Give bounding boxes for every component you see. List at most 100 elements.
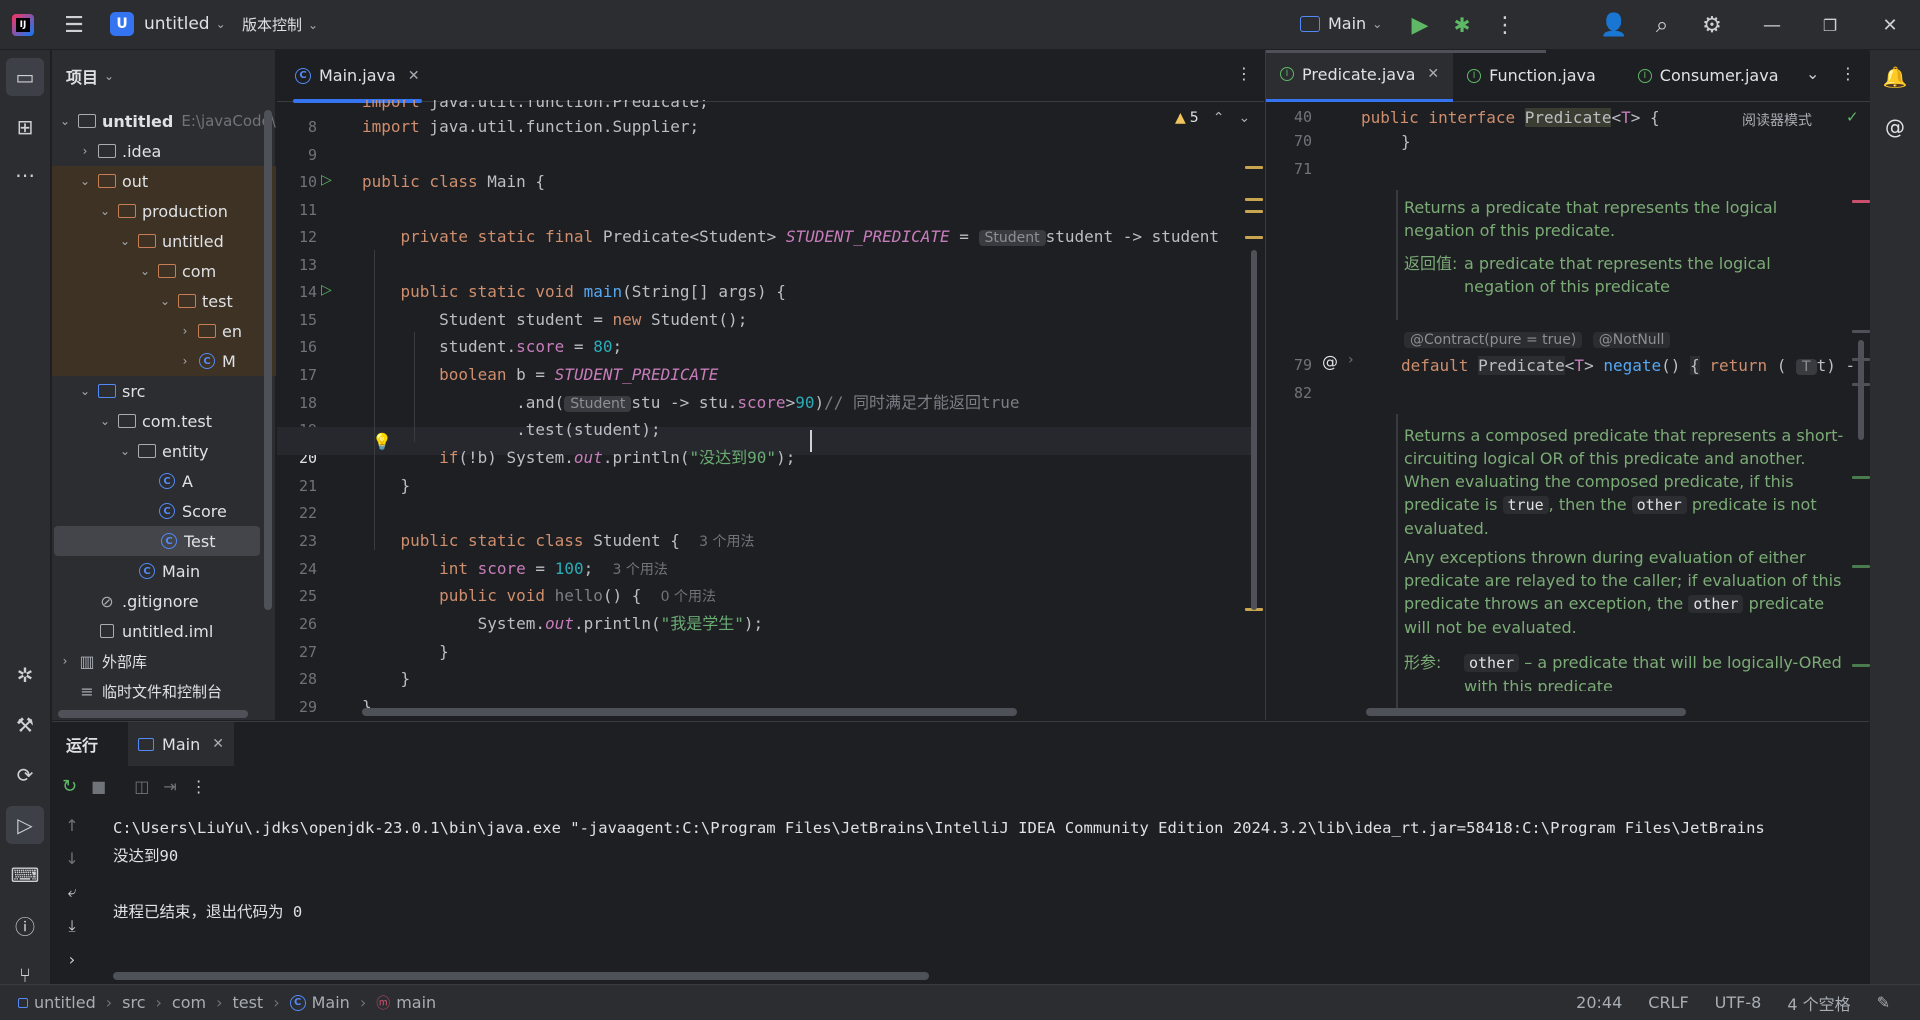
code-line-10[interactable]: public class Main { <box>362 168 545 196</box>
more-tools-icon[interactable]: ⋯ <box>6 156 44 194</box>
tab-function-java[interactable]: I Function.java <box>1453 50 1610 102</box>
run-tool-icon[interactable]: ▷ <box>6 806 44 844</box>
ok-marker[interactable] <box>1852 476 1870 479</box>
split-hscrollbar[interactable] <box>1366 708 1686 716</box>
code-line-24[interactable]: int score = 100; 3 个用法 <box>362 555 668 583</box>
tree-item-class-a[interactable]: C A <box>52 466 276 496</box>
project-scrollbar[interactable] <box>264 110 272 610</box>
line-separator[interactable]: CRLF <box>1648 993 1688 1012</box>
file-encoding[interactable]: UTF-8 <box>1715 993 1762 1012</box>
restore-window-icon[interactable]: ❐ <box>1810 5 1850 45</box>
tree-item-entity[interactable]: ⌄ entity <box>52 436 276 466</box>
debug-bug-icon[interactable]: ✲ <box>6 656 44 694</box>
chevron-right-icon[interactable]: › <box>69 950 75 969</box>
tree-item-test[interactable]: ⌄ test <box>52 286 276 316</box>
warning-marker[interactable] <box>1245 166 1263 169</box>
code-line-70[interactable]: } <box>1401 128 1411 156</box>
ok-marker[interactable] <box>1852 664 1870 667</box>
code-line-7[interactable]: import java.util.function.Predicate; <box>362 100 709 112</box>
stop-icon[interactable]: ■ <box>91 777 106 796</box>
code-line-8[interactable]: import java.util.function.Supplier; <box>362 113 699 141</box>
terminal-icon[interactable]: ⌨ <box>6 856 44 894</box>
breadcrumb-item[interactable]: Main <box>312 993 350 1012</box>
vcs-menu[interactable]: 版本控制 ⌄ <box>242 14 318 35</box>
tree-item-production[interactable]: ⌄ production <box>52 196 276 226</box>
error-marker[interactable] <box>1852 200 1870 203</box>
close-tab-icon[interactable]: ✕ <box>212 736 224 752</box>
editor-vscrollbar[interactable] <box>1251 250 1257 610</box>
project-panel-header[interactable]: 项目 ⌄ <box>66 64 114 88</box>
tree-item-class-score[interactable]: C Score <box>52 496 276 526</box>
info-marker[interactable] <box>1852 330 1870 333</box>
close-tab-icon[interactable]: ✕ <box>408 68 420 84</box>
search-icon[interactable]: ⌕ <box>1642 5 1682 45</box>
tree-item-main-class-out[interactable]: › C M <box>52 346 276 376</box>
breadcrumb-item[interactable]: com <box>172 993 206 1012</box>
project-hscrollbar[interactable] <box>58 710 248 718</box>
code-line-26[interactable]: System.out.println("我是学生"); <box>362 610 764 638</box>
services-icon[interactable]: ⟳ <box>6 756 44 794</box>
debug-icon[interactable]: ✱ <box>1442 5 1482 45</box>
project-tool-folder-icon[interactable]: ▭ <box>6 58 44 96</box>
editor-tab-more-icon[interactable]: ⋮ <box>1236 64 1252 83</box>
add-user-icon[interactable]: 👤 <box>1594 5 1634 45</box>
write-lock-icon[interactable]: ✎ <box>1877 993 1890 1012</box>
more-actions-icon[interactable]: ⋮ <box>191 777 207 796</box>
breadcrumb-item[interactable]: main <box>396 993 436 1012</box>
breadcrumb-item[interactable]: test <box>232 993 263 1012</box>
code-line-16[interactable]: student.score = 80; <box>362 333 622 361</box>
warning-marker[interactable] <box>1245 236 1263 239</box>
tree-item-src[interactable]: ⌄ src <box>52 376 276 406</box>
run-class-gutter-icon[interactable]: ▷ <box>321 172 332 188</box>
build-hammer-icon[interactable]: ⚒ <box>6 706 44 744</box>
code-line-25[interactable]: public void hello() { 0 个用法 <box>362 582 716 610</box>
console-hscrollbar[interactable] <box>113 972 929 980</box>
code-line-15[interactable]: Student student = new Student(); <box>362 306 747 334</box>
code-line-14[interactable]: public static void main(String[] args) { <box>362 278 786 306</box>
code-line-29[interactable]: } <box>362 693 372 721</box>
tree-item-external-libs[interactable]: › ▥ 外部库 <box>52 646 276 676</box>
tree-item-com-test[interactable]: ⌄ com.test <box>52 406 276 436</box>
close-window-icon[interactable]: ✕ <box>1870 5 1910 45</box>
tree-item-out[interactable]: ⌄ out <box>52 166 276 196</box>
code-line-23[interactable]: public static class Student { 3 个用法 <box>362 527 755 555</box>
tree-item-scratches[interactable]: ≡ 临时文件和控制台 <box>52 676 276 706</box>
scroll-to-end-icon[interactable]: ⤓ <box>68 916 75 936</box>
tree-item-idea[interactable]: › .idea <box>52 136 276 166</box>
restore-layout-icon[interactable]: ⇥ <box>163 777 176 796</box>
settings-gear-icon[interactable]: ⚙ <box>1692 5 1732 45</box>
run-main-gutter-icon[interactable]: ▷ <box>321 282 332 298</box>
rerun-icon[interactable]: ↻ <box>62 776 77 797</box>
minimize-window-icon[interactable]: — <box>1752 5 1792 45</box>
tree-item-untitled[interactable]: ⌄ untitled E:\javaCode\ <box>52 106 276 136</box>
tree-item-com[interactable]: ⌄ com <box>52 256 276 286</box>
run-icon[interactable]: ▶ <box>1400 5 1440 45</box>
soft-wrap-icon[interactable]: ⤶ <box>68 882 77 902</box>
editor-hscrollbar[interactable] <box>362 708 1017 716</box>
indent-setting[interactable]: 4 个空格 <box>1787 991 1850 1015</box>
arrow-up-icon[interactable]: ↑ <box>65 816 78 835</box>
tree-item-gitignore[interactable]: ⊘ .gitignore <box>52 586 276 616</box>
breadcrumb-item[interactable]: src <box>122 993 145 1012</box>
structure-icon[interactable]: ⊞ <box>6 108 44 146</box>
ai-assistant-icon[interactable]: @ <box>1876 108 1914 146</box>
tree-item-iml[interactable]: untitled.iml <box>52 616 276 646</box>
screenshot-icon[interactable]: ◫ <box>134 777 149 796</box>
reader-mode-toggle[interactable]: 阅读器模式 <box>1742 110 1812 130</box>
caret-position[interactable]: 20:44 <box>1576 993 1622 1012</box>
arrow-down-icon[interactable]: ↓ <box>65 849 78 868</box>
more-actions-icon[interactable]: ⋮ <box>1485 5 1525 45</box>
warning-marker[interactable] <box>1245 210 1263 213</box>
tab-consumer-java[interactable]: I Consumer.java <box>1624 50 1793 102</box>
console-output[interactable]: C:\Users\LiuYu\.jdks\openjdk-23.0.1\bin\… <box>113 814 1868 964</box>
code-line-79[interactable]: default Predicate<T> negate() { return (… <box>1401 352 1855 380</box>
breadcrumb-item[interactable]: untitled <box>34 993 96 1012</box>
chevron-right-icon[interactable]: › <box>1348 352 1354 368</box>
tree-item-class-test[interactable]: C Test <box>54 526 260 556</box>
code-line-18[interactable]: .and(Student stu -> stu.score>90)// 同时满足才… <box>362 389 1020 417</box>
warning-marker[interactable] <box>1245 198 1263 201</box>
code-line-28[interactable]: } <box>362 665 411 693</box>
code-line-19[interactable]: .test(student); <box>362 416 661 444</box>
problems-icon[interactable]: ⓘ <box>6 906 44 944</box>
chevron-up-icon[interactable]: ⌃ <box>1213 110 1225 126</box>
